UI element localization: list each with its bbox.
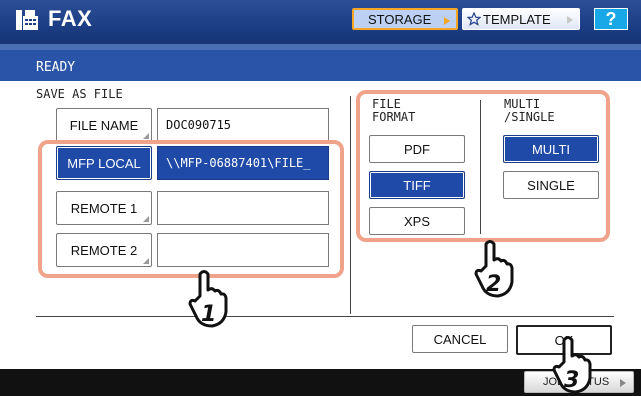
callout-number: 2 (486, 272, 501, 297)
app-title: FAX (48, 6, 93, 31)
storage-button[interactable]: STORAGE (352, 8, 458, 30)
template-button[interactable]: TEMPLATE (462, 8, 580, 30)
callout-number: 3 (564, 368, 579, 393)
pointing-hand-icon: 2 (474, 240, 514, 298)
pointing-hand-icon: 1 (188, 270, 228, 328)
cancel-button-label: CANCEL (433, 331, 487, 347)
callout-highlight-1 (38, 140, 344, 278)
pointing-hand-icon: 3 (552, 336, 592, 394)
title-bar: FAX STORAGE TEMPLATE ? (0, 0, 641, 44)
template-label: TEMPLATE (483, 11, 551, 27)
star-icon (467, 12, 481, 26)
status-bar (0, 50, 641, 81)
corner-arrow-icon (143, 133, 149, 139)
cancel-button[interactable]: CANCEL (412, 325, 508, 353)
column-divider (350, 96, 351, 314)
callout-highlight-2 (356, 90, 610, 242)
status-message: READY (36, 60, 76, 75)
file-name-field[interactable]: DOC090715 (157, 108, 329, 142)
file-name-button[interactable]: FILE NAME (56, 108, 152, 142)
footer-divider (36, 316, 614, 317)
chevron-right-icon (620, 379, 626, 387)
fax-icon (16, 10, 38, 30)
storage-label: STORAGE (368, 11, 432, 27)
chevron-right-icon (567, 16, 573, 24)
section-title: SAVE AS FILE (36, 87, 123, 101)
help-button[interactable]: ? (594, 8, 628, 30)
file-name-button-label: FILE NAME (69, 117, 139, 133)
callout-number: 1 (201, 302, 216, 327)
chevron-right-icon (444, 17, 450, 25)
